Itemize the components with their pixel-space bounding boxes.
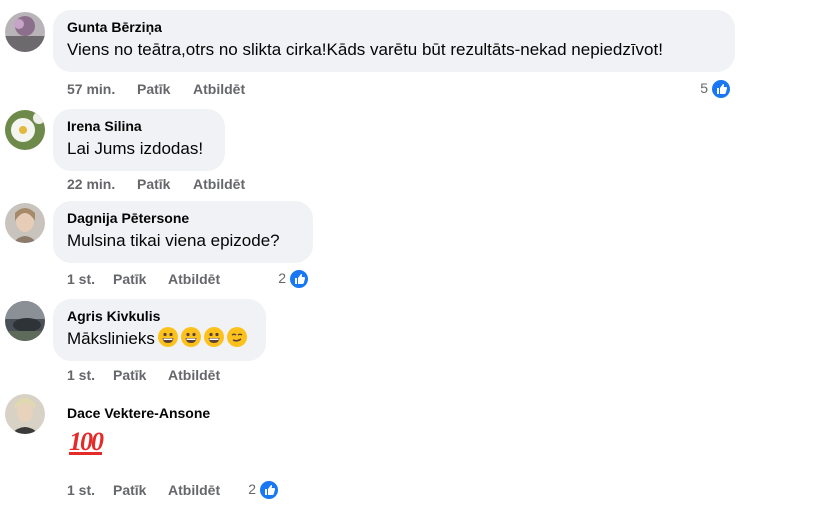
like-button[interactable]: Patīk: [113, 271, 146, 287]
comment-bubble: Agris Kivkulis Mākslinieks: [53, 299, 266, 361]
comment-time[interactable]: 1 st.: [67, 271, 95, 287]
comment-bubble: Irena Silina Lai Jums izdodas!: [53, 109, 225, 171]
comment-author[interactable]: Gunta Bērziņa: [67, 18, 721, 36]
like-reaction-icon: [288, 268, 310, 290]
avatar-photo-icon: [5, 301, 45, 341]
smirking-face-icon: [226, 327, 247, 347]
reply-button[interactable]: Atbildēt: [193, 81, 245, 97]
avatar[interactable]: [5, 203, 45, 243]
avatar-photo-icon: [5, 394, 45, 434]
avatar[interactable]: [5, 394, 45, 434]
avatar-photo-icon: [5, 12, 45, 52]
comment-text-content: Mākslinieks: [67, 329, 155, 348]
reaction-summary[interactable]: 5: [680, 78, 732, 100]
reply-button[interactable]: Atbildēt: [168, 271, 220, 287]
avatar-photo-icon: [5, 203, 45, 243]
avatar-photo-icon: [5, 110, 45, 150]
like-button[interactable]: Patīk: [137, 176, 170, 192]
grinning-face-icon: [157, 327, 178, 347]
avatar[interactable]: [5, 110, 45, 150]
grinning-face-icon: [203, 327, 224, 347]
like-button[interactable]: Patīk: [113, 367, 146, 383]
comment-bubble: Gunta Bērziņa Viens no teātra,otrs no sl…: [53, 10, 735, 72]
comment-author[interactable]: Irena Silina: [67, 117, 211, 135]
comment-time[interactable]: 22 min.: [67, 176, 115, 192]
comment-time[interactable]: 57 min.: [67, 81, 115, 97]
comment-bubble: Dagnija Pētersone Mulsina tikai viena ep…: [53, 201, 313, 263]
grinning-face-icon: [180, 327, 201, 347]
comment-text: Viens no teātra,otrs no slikta cirka!Kād…: [67, 40, 663, 59]
comment-author[interactable]: Dagnija Pētersone: [67, 209, 299, 227]
comment-time[interactable]: 1 st.: [67, 367, 95, 383]
like-button[interactable]: Patīk: [137, 81, 170, 97]
comment-text: Mulsina tikai viena epizode?: [67, 231, 280, 250]
comment-time[interactable]: 1 st.: [67, 482, 95, 498]
reaction-count: 2: [248, 481, 256, 497]
like-reaction-icon: [710, 78, 732, 100]
avatar[interactable]: [5, 12, 45, 52]
reply-button[interactable]: Atbildēt: [193, 176, 245, 192]
comment-text: Lai Jums izdodas!: [67, 139, 204, 158]
comment-author[interactable]: Dace Vektere-Ansone: [67, 404, 210, 422]
reaction-summary[interactable]: 2: [230, 479, 280, 501]
reaction-count: 2: [278, 270, 286, 286]
like-button[interactable]: Patīk: [113, 482, 146, 498]
hundred-points-sticker: 100: [69, 427, 104, 456]
like-reaction-icon: [258, 479, 280, 501]
reaction-count: 5: [700, 80, 708, 96]
comment-author[interactable]: Agris Kivkulis: [67, 307, 252, 325]
comment-text: Mākslinieks: [67, 327, 252, 351]
reaction-summary[interactable]: 2: [260, 268, 310, 290]
reply-button[interactable]: Atbildēt: [168, 482, 220, 498]
reply-button[interactable]: Atbildēt: [168, 367, 220, 383]
avatar[interactable]: [5, 301, 45, 341]
